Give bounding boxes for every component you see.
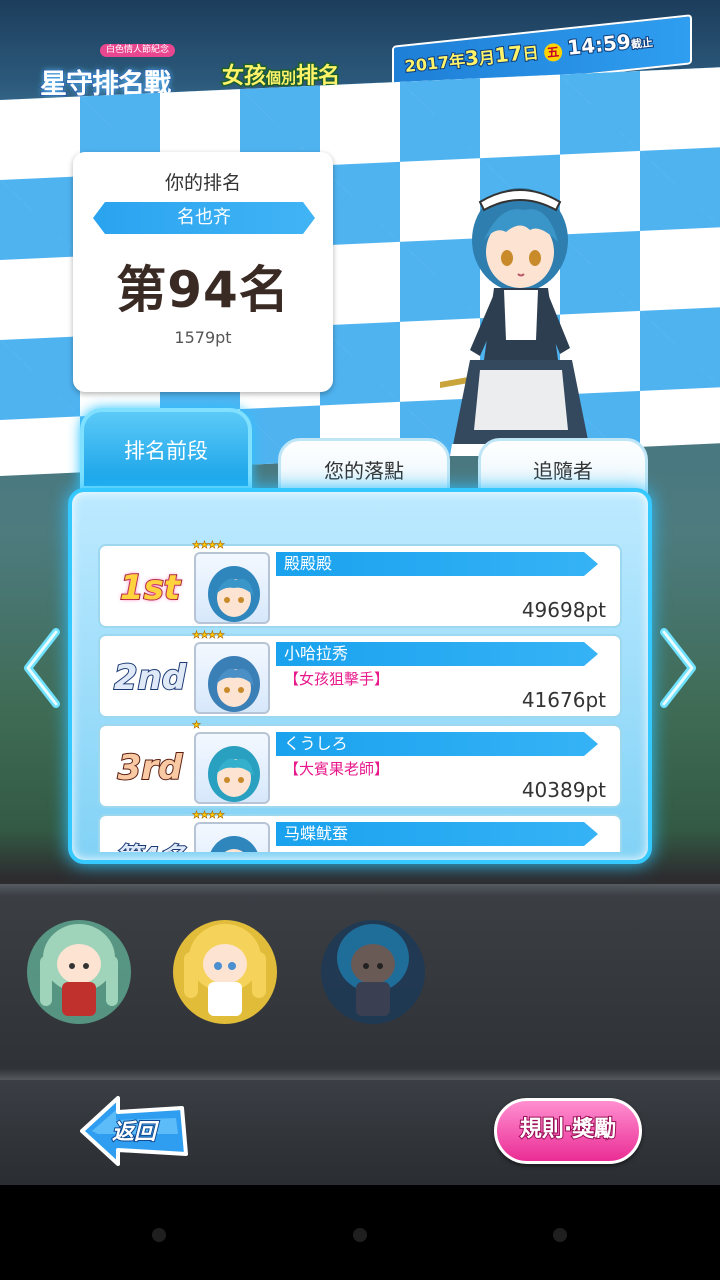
chibi-green-hair[interactable] bbox=[24, 916, 134, 1030]
nav-recents-icon[interactable] bbox=[553, 1228, 567, 1242]
ranking-row[interactable]: 第4名 ★★★★ 马蝶鱿蚕 bbox=[98, 810, 622, 852]
player-points: 40389pt bbox=[521, 778, 606, 802]
deadline-weekday: 五 bbox=[543, 42, 563, 63]
rank-badge-2nd: 2nd bbox=[113, 657, 187, 699]
chibi-blonde-hair[interactable] bbox=[170, 916, 280, 1030]
deadline-year: 2017 bbox=[403, 51, 451, 77]
rank-badge-4th: 第4名 bbox=[106, 828, 194, 852]
ranking-row[interactable]: 3rd ★ くうしろ 【大賓果老師】 40389pt bbox=[98, 720, 622, 808]
chevron-left-icon[interactable] bbox=[22, 628, 62, 708]
deadline-day: 17 bbox=[492, 40, 524, 69]
player-name: くうしろ bbox=[284, 734, 348, 753]
player-title: 【大賓果老師】 bbox=[284, 760, 390, 778]
avatar[interactable] bbox=[194, 552, 270, 624]
my-rank-points: 1579pt bbox=[174, 328, 232, 347]
mode-title-part: 個別 bbox=[265, 68, 298, 89]
nav-back-icon[interactable] bbox=[152, 1228, 166, 1242]
chevron-right-icon[interactable] bbox=[658, 628, 698, 708]
avatar[interactable] bbox=[194, 642, 270, 714]
tab-top-ranking[interactable]: 排名前段 bbox=[80, 408, 252, 490]
rarity-stars: ★★★★ bbox=[192, 630, 225, 642]
ranking-list[interactable]: 1st ★★★★ 殿殿殿 49698pt 2nd ★★★★ 小哈拉秀 【女孩狙擊… bbox=[98, 540, 622, 852]
character-maid bbox=[440, 188, 592, 456]
player-name: 马蝶鱿蚕 bbox=[284, 824, 349, 843]
deadline-suffix: 截止 bbox=[629, 35, 654, 52]
rank-badge-3rd: 3rd bbox=[117, 747, 184, 789]
ranking-row[interactable]: 1st ★★★★ 殿殿殿 49698pt bbox=[98, 540, 622, 628]
rules-rewards-button[interactable]: 規則·獎勵 bbox=[494, 1098, 642, 1164]
event-badge: 白色情人節紀念 bbox=[100, 44, 176, 57]
my-player-name: 名也齐 bbox=[93, 202, 315, 234]
deadline-year-unit: 年 bbox=[447, 50, 467, 73]
avatar[interactable] bbox=[194, 732, 270, 804]
player-points: 49698pt bbox=[521, 598, 606, 622]
player-name: 小哈拉秀 bbox=[284, 644, 349, 663]
mode-title-part: 女孩 bbox=[220, 63, 267, 91]
ranking-row[interactable]: 2nd ★★★★ 小哈拉秀 【女孩狙擊手】 41676pt bbox=[98, 630, 622, 718]
rank-badge-1st: 1st bbox=[119, 567, 181, 609]
deadline-day-unit: 日 bbox=[521, 42, 541, 65]
my-rank-title: 你的排名 bbox=[164, 172, 241, 194]
player-points: 41676pt bbox=[521, 688, 606, 712]
player-name: 殿殿殿 bbox=[284, 554, 333, 573]
avatar[interactable] bbox=[194, 822, 270, 852]
rarity-stars: ★ bbox=[192, 720, 202, 732]
chibi-blue-hair[interactable] bbox=[318, 916, 428, 1030]
my-rank-position: 第94名 bbox=[116, 261, 290, 319]
player-title: 【女孩狙擊手】 bbox=[284, 670, 390, 688]
back-button-label[interactable]: 返回 bbox=[111, 1114, 157, 1146]
game-screen: 白色情人節紀念 星守排名戰 女孩個別排名 2017年3月17日 五 14:59截… bbox=[0, 0, 720, 1185]
rarity-stars: ★★★★ bbox=[192, 540, 225, 551]
nav-home-icon[interactable] bbox=[353, 1228, 367, 1242]
rarity-stars: ★★★★ bbox=[192, 810, 225, 822]
